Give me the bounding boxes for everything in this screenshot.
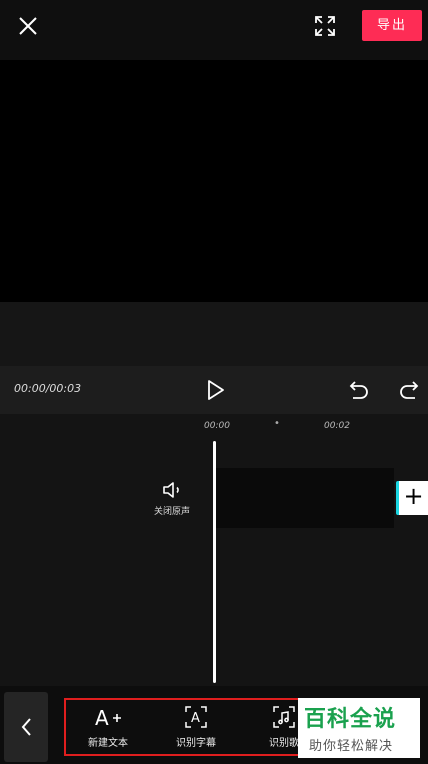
redo-button[interactable] xyxy=(397,378,421,400)
timecode: 00:00/00:03 xyxy=(14,382,82,395)
redo-icon xyxy=(400,381,419,399)
svg-text:A: A xyxy=(95,706,109,730)
back-button[interactable] xyxy=(4,692,48,762)
video-preview[interactable] xyxy=(0,60,428,302)
ruler-label: 00:02 xyxy=(324,421,350,431)
ruler-dot: • xyxy=(274,418,280,429)
preview-background xyxy=(0,302,428,366)
add-text-icon: A xyxy=(95,706,121,730)
undo-icon xyxy=(349,381,368,399)
chevron-left-icon xyxy=(21,718,31,736)
recognize-subtitles-tool[interactable]: A 识别字幕 xyxy=(160,704,232,749)
undo-button[interactable] xyxy=(347,378,371,400)
speaker-icon xyxy=(163,482,179,498)
new-text-label: 新建文本 xyxy=(88,738,128,749)
fullscreen-button[interactable] xyxy=(313,14,337,38)
play-icon xyxy=(208,380,224,400)
add-clip-button[interactable]: + xyxy=(396,481,428,515)
close-button[interactable] xyxy=(14,12,42,40)
recognize-lyrics-icon xyxy=(273,706,295,728)
recognize-subtitles-icon: A xyxy=(185,706,207,728)
play-button[interactable] xyxy=(203,378,227,402)
playhead[interactable] xyxy=(213,441,216,683)
ruler-label: 00:00 xyxy=(204,421,230,431)
new-text-tool[interactable]: A 新建文本 xyxy=(72,704,144,749)
video-clip[interactable] xyxy=(214,468,394,528)
watermark-subtitle: 助你轻松解决 xyxy=(309,739,394,754)
mute-original-audio-label: 关闭原声 xyxy=(153,507,190,517)
export-button[interactable]: 导出 xyxy=(362,10,422,41)
svg-text:A: A xyxy=(191,711,200,726)
fullscreen-icon xyxy=(315,16,335,36)
mute-original-audio-button[interactable]: 关闭原声 xyxy=(140,478,204,528)
watermark-title: 百科全说 xyxy=(304,707,397,732)
close-icon xyxy=(19,17,37,35)
recognize-subtitles-label: 识别字幕 xyxy=(176,738,216,749)
